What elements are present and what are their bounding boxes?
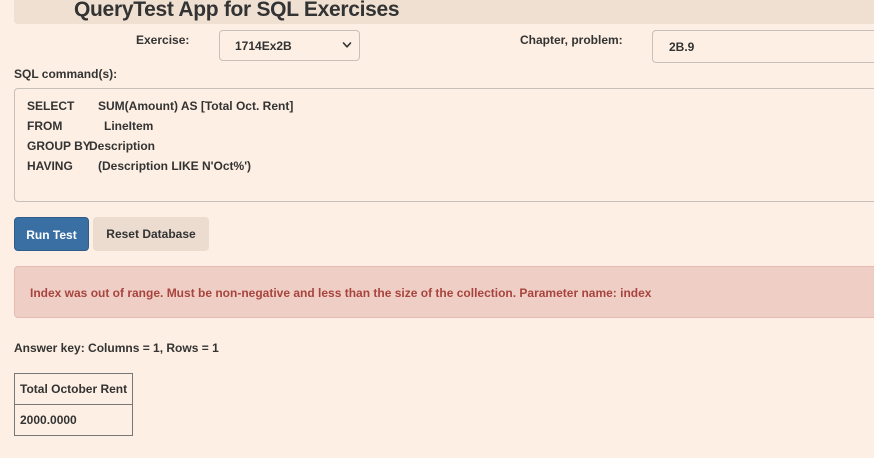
sql-line: HAVING (Description LIKE N'Oct%')	[27, 159, 252, 173]
sql-line: GROUP BYDescription	[27, 139, 156, 153]
run-test-button[interactable]: Run Test	[14, 217, 89, 251]
querytest-page: QueryTest App for SQL Exercises Exercise…	[0, 0, 874, 458]
chapter-problem-value: 2B.9	[669, 40, 695, 54]
reset-database-button[interactable]: Reset Database	[93, 217, 209, 251]
chapter-problem-field[interactable]: 2B.9	[652, 30, 874, 63]
sql-line: SELECT SUM(Amount) AS [Total Oct. Rent]	[27, 99, 294, 113]
exercise-select[interactable]: 1714Ex2B	[219, 30, 360, 61]
exercise-select-value: 1714Ex2B	[235, 39, 292, 53]
chevron-down-icon	[342, 42, 352, 48]
chapter-problem-label: Chapter, problem:	[520, 33, 623, 47]
sql-commands-label: SQL command(s):	[14, 67, 118, 81]
table-row: 2000.0000	[13, 404, 134, 436]
column-header: Total October Rent	[13, 373, 134, 405]
table-cell: 2000.0000	[13, 404, 134, 436]
error-message: Index was out of range. Must be non-nega…	[30, 286, 652, 300]
page-title: QueryTest App for SQL Exercises	[74, 0, 400, 21]
error-alert: Index was out of range. Must be non-nega…	[14, 266, 874, 318]
sql-command-textarea[interactable]: SELECT SUM(Amount) AS [Total Oct. Rent] F…	[14, 88, 874, 202]
answer-key-table: Total October Rent 2000.0000	[13, 373, 134, 436]
table-header-row: Total October Rent	[13, 373, 134, 405]
sql-line: FROM LineItem	[27, 119, 154, 133]
title-bar: QueryTest App for SQL Exercises	[14, 0, 874, 24]
answer-key-summary: Answer key: Columns = 1, Rows = 1	[14, 341, 219, 355]
exercise-label: Exercise:	[136, 33, 190, 47]
